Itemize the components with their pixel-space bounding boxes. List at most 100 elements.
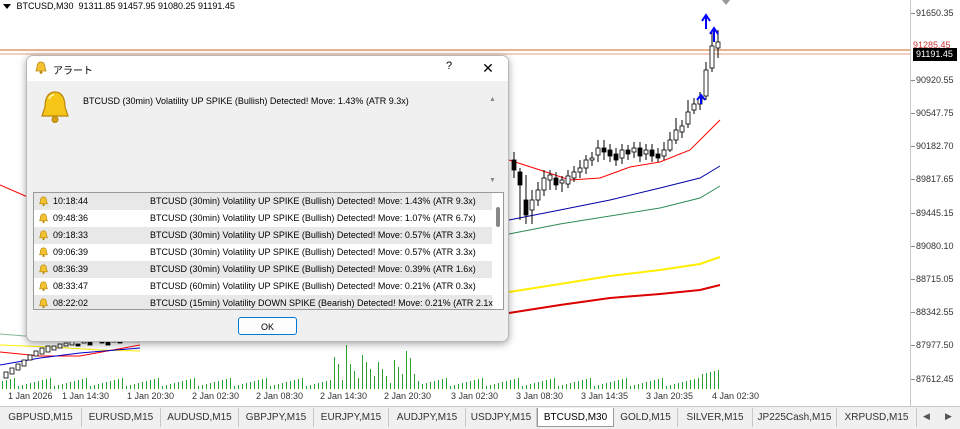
volume-bar: [282, 383, 283, 389]
volume-bar: [674, 384, 675, 389]
volume-bar: [630, 386, 631, 389]
volume-bar: [342, 380, 343, 389]
volume-bar: [142, 382, 143, 389]
volume-bar: [154, 379, 155, 389]
volume-bar: [378, 362, 379, 389]
chart-tab[interactable]: XRPUSD,M15: [837, 408, 917, 427]
volume-bar: [2, 381, 3, 389]
volume-bar: [274, 385, 275, 389]
volume-bar: [118, 379, 119, 389]
dialog-title: アラート: [53, 66, 93, 77]
candle-body: [529, 199, 535, 211]
chart-tab[interactable]: AUDJPY,M15: [389, 408, 466, 427]
volume-bar: [410, 358, 411, 389]
price-axis[interactable]: 91285.45 91191.45 91650.35 90920.55 90547.…: [910, 0, 960, 406]
price-tick: [911, 80, 915, 81]
chart-tab[interactable]: JP225Cash,M15: [753, 408, 837, 427]
price-axis-label: 89445.15: [916, 208, 954, 218]
candle-body: [607, 149, 613, 157]
volume-bar: [70, 382, 71, 389]
candle-body: [661, 149, 667, 157]
help-button[interactable]: ?: [443, 60, 455, 74]
candle-body: [595, 147, 601, 156]
candle-body: [517, 171, 523, 186]
price-axis-label: 87977.50: [916, 340, 954, 350]
dropdown-icon[interactable]: [3, 4, 11, 10]
volume-bar: [566, 384, 567, 389]
volume-bar: [106, 382, 107, 389]
message-scrollbar[interactable]: ▲ ▼: [489, 96, 497, 184]
history-row[interactable]: 08:33:47 BTCUSD (60min) Volatility UP SPI…: [34, 278, 492, 295]
history-time: 08:22:02: [53, 298, 89, 308]
scroll-down-icon[interactable]: ▼: [489, 177, 496, 184]
bell-icon: [35, 61, 47, 74]
history-time: 08:33:47: [53, 281, 89, 291]
volume-bar: [650, 381, 651, 389]
history-time: 09:18:33: [53, 230, 89, 240]
history-row[interactable]: 09:18:33 BTCUSD (30min) Volatility UP SPI…: [34, 227, 492, 244]
chart-tab[interactable]: GOLD,M15: [614, 408, 678, 427]
price-axis-label: 90920.55: [916, 75, 954, 85]
ma-yellow-right: [508, 256, 721, 293]
volume-bar: [462, 383, 463, 389]
dialog-titlebar[interactable]: アラート ? ✕: [27, 56, 508, 81]
scroll-up-icon[interactable]: ▲: [489, 96, 496, 103]
volume-bar: [18, 386, 19, 389]
volume-bar: [302, 378, 303, 389]
history-message: BTCUSD (30min) Volatility UP SPIKE (Bull…: [150, 264, 476, 274]
candle-body: [577, 167, 583, 173]
volume-bar: [658, 379, 659, 389]
candle-body: [9, 367, 15, 375]
candle-body: [559, 179, 565, 184]
candle-body: [27, 354, 33, 361]
volume-bar: [174, 383, 175, 389]
volume-bar: [346, 345, 347, 389]
candle-body: [57, 343, 63, 349]
ok-button[interactable]: OK: [238, 317, 297, 335]
history-row[interactable]: 10:18:44 BTCUSD (30min) Volatility UP SPI…: [34, 193, 492, 210]
time-axis-label: 3 Jan 20:35: [646, 391, 694, 401]
alert-history-list[interactable]: 10:18:44 BTCUSD (30min) Volatility UP SPI…: [33, 192, 504, 310]
volume-bar: [350, 364, 351, 389]
candle-body: [45, 345, 51, 353]
ma-red-right: [508, 119, 721, 181]
close-button[interactable]: ✕: [478, 58, 498, 78]
history-row[interactable]: 08:36:39 BTCUSD (30min) Volatility UP SPI…: [34, 261, 492, 278]
candle-body: [541, 177, 547, 191]
chart-tab[interactable]: AUDUSD,M15: [161, 408, 239, 427]
volume-bar: [458, 384, 459, 389]
volume-bar: [298, 379, 299, 389]
chart-tab[interactable]: GBPUSD,M15: [0, 408, 82, 427]
chart-tab[interactable]: EURUSD,M15: [82, 408, 161, 427]
volume-bar: [314, 384, 315, 389]
chart-tab[interactable]: GBPJPY,M15: [239, 408, 314, 427]
history-row[interactable]: 08:22:02 BTCUSD (15min) Volatility DOWN S…: [34, 295, 496, 309]
volume-bar: [418, 381, 419, 389]
tab-scroll-right-icon[interactable]: ▶: [945, 411, 952, 422]
volume-bar: [666, 386, 667, 389]
volume-bar: [290, 381, 291, 389]
chart-tab[interactable]: USDJPY,M15: [466, 408, 537, 427]
volume-bar: [450, 386, 451, 389]
candle-body: [511, 159, 517, 171]
scrollbar-thumb[interactable]: [496, 207, 500, 227]
volume-bar: [338, 364, 339, 389]
volume-bar: [74, 381, 75, 389]
chart-tab[interactable]: SILVER,M15: [678, 408, 753, 427]
volume-bar: [30, 383, 31, 389]
history-row[interactable]: 09:06:39 BTCUSD (30min) Volatility UP SPI…: [34, 244, 492, 261]
volume-bar: [42, 380, 43, 389]
tab-scroll-left-icon[interactable]: ◀: [923, 411, 930, 422]
candle-body: [673, 129, 679, 141]
chart-tab[interactable]: BTCUSD,M30: [537, 408, 614, 427]
history-row[interactable]: 09:48:36 BTCUSD (30min) Volatility UP SPI…: [34, 210, 492, 227]
history-scrollbar[interactable]: [493, 193, 503, 309]
bell-icon: [39, 298, 48, 309]
time-axis-label: 2 Jan 08:30: [256, 391, 304, 401]
candle-body: [535, 189, 541, 201]
volume-bar: [638, 384, 639, 389]
volume-bar: [178, 382, 179, 389]
volume-bar: [130, 385, 131, 389]
chart-tab[interactable]: EURJPY,M15: [314, 408, 389, 427]
candle-body: [631, 147, 637, 153]
